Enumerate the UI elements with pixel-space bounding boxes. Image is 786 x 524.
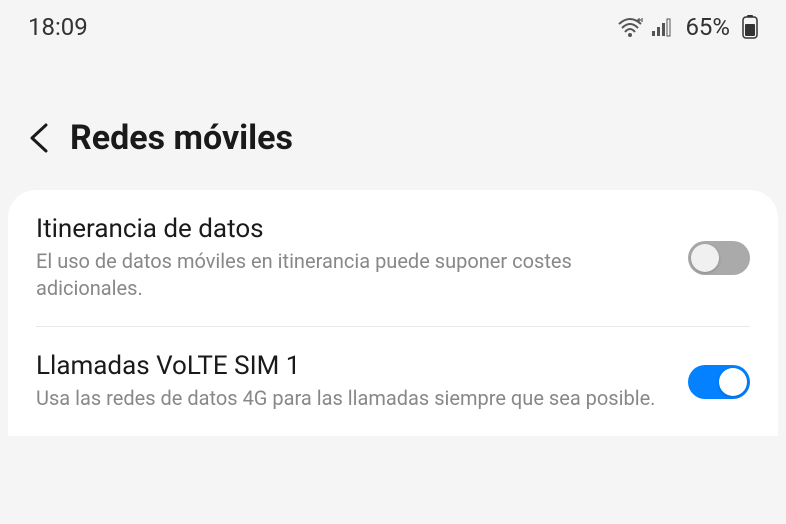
wifi-icon xyxy=(617,16,643,38)
toggle-volte-sim1[interactable] xyxy=(688,365,750,399)
setting-content: Llamadas VoLTE SIM 1 Usa las redes de da… xyxy=(36,351,688,412)
setting-description: Usa las redes de datos 4G para las llama… xyxy=(36,385,668,412)
back-icon[interactable] xyxy=(28,121,50,155)
signal-icon xyxy=(651,17,673,37)
status-icons: 65% xyxy=(617,13,758,41)
page-header: Redes móviles xyxy=(0,54,786,190)
toggle-data-roaming[interactable] xyxy=(688,241,750,275)
setting-data-roaming[interactable]: Itinerancia de datos El uso de datos móv… xyxy=(8,190,778,326)
status-time: 18:09 xyxy=(28,13,88,41)
settings-panel: Itinerancia de datos El uso de datos móv… xyxy=(8,190,778,436)
battery-percentage: 65% xyxy=(685,13,730,41)
setting-content: Itinerancia de datos El uso de datos móv… xyxy=(36,214,688,302)
setting-volte-sim1[interactable]: Llamadas VoLTE SIM 1 Usa las redes de da… xyxy=(8,327,778,436)
setting-description: El uso de datos móviles en itinerancia p… xyxy=(36,248,668,302)
setting-title: Llamadas VoLTE SIM 1 xyxy=(36,351,668,381)
setting-title: Itinerancia de datos xyxy=(36,214,668,244)
page-title: Redes móviles xyxy=(70,118,293,158)
status-bar: 18:09 65% xyxy=(0,0,786,54)
battery-icon xyxy=(742,15,758,39)
